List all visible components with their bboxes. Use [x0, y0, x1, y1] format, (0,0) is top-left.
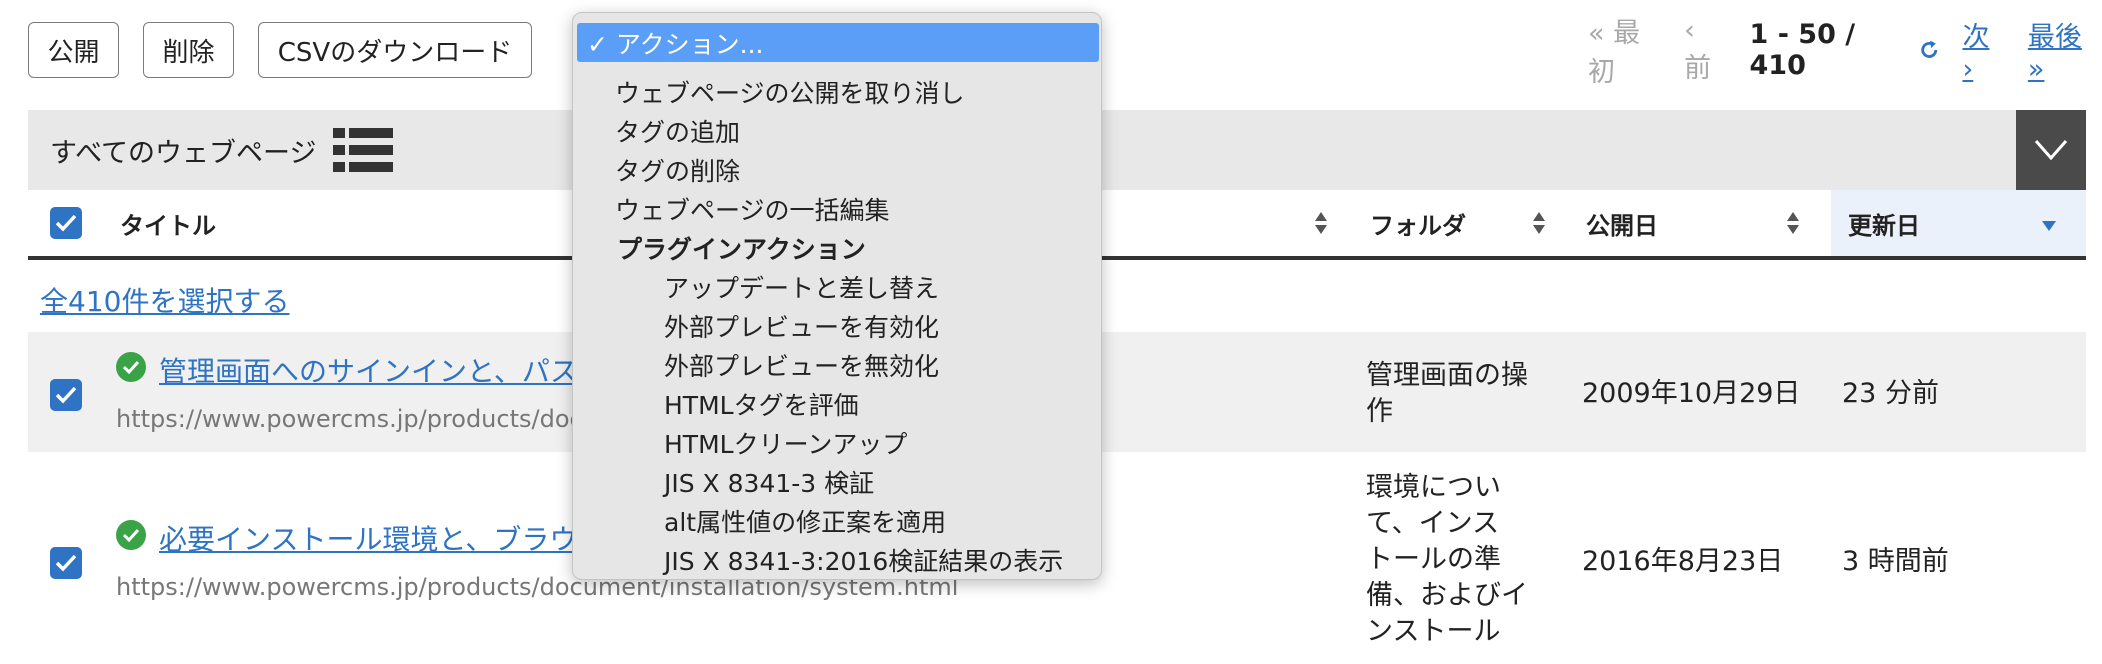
- check-icon: [122, 360, 140, 374]
- row-checkbox[interactable]: [50, 547, 82, 579]
- check-icon: [122, 528, 140, 542]
- select-all-checkbox[interactable]: [50, 207, 82, 239]
- published-date: 2016年8月23日: [1582, 546, 1784, 577]
- action-option-update-replace[interactable]: アップデートと差し替え: [573, 267, 1101, 306]
- pagination: « 最初 ‹ 前 1 - 50 / 410 次 › 最後 »: [1588, 15, 2102, 88]
- sort-desc-icon[interactable]: [2041, 220, 2057, 232]
- pager-prev: ‹ 前: [1684, 15, 1712, 84]
- action-option-add-tags[interactable]: タグの追加: [573, 111, 1101, 150]
- page-title-link[interactable]: 必要インストール環境と、ブラウ: [159, 518, 577, 558]
- action-option-unpublish[interactable]: ウェブページの公開を取り消し: [573, 72, 1101, 111]
- action-group-plugin: プラグインアクション: [617, 234, 866, 264]
- action-option-evaluate-html[interactable]: HTMLタグを評価: [573, 384, 1101, 423]
- refresh-icon[interactable]: [1918, 38, 1940, 62]
- sort-icon[interactable]: [1314, 210, 1328, 236]
- publish-button[interactable]: 公開: [28, 22, 119, 78]
- published-date: 2009年10月29日: [1582, 378, 1801, 409]
- sort-icon[interactable]: [1786, 210, 1800, 236]
- action-option-jis-results[interactable]: JIS X 8341-3:2016検証結果の表示: [573, 540, 1101, 579]
- csv-download-button[interactable]: CSVのダウンロード: [258, 22, 532, 78]
- check-icon: [55, 386, 77, 404]
- action-option-disable-preview[interactable]: 外部プレビューを無効化: [573, 345, 1101, 384]
- column-title[interactable]: タイトル: [120, 190, 216, 256]
- pager-last[interactable]: 最後 »: [2028, 15, 2102, 85]
- updated-date: 23 分前: [1842, 378, 1939, 409]
- action-option-alt-fix[interactable]: alt属性値の修正案を適用: [573, 501, 1101, 540]
- published-status-icon: [116, 520, 146, 550]
- list-filter-label: すべてのウェブページ: [50, 137, 317, 169]
- collapse-button[interactable]: [2016, 110, 2086, 190]
- action-option-default[interactable]: ✓ アクション...: [577, 23, 1099, 62]
- row-checkbox[interactable]: [50, 379, 82, 411]
- pager-next[interactable]: 次 ›: [1962, 15, 2005, 85]
- pager-count: 1 - 50 / 410: [1749, 19, 1856, 81]
- select-all-link[interactable]: 全410件を選択する: [40, 280, 289, 320]
- action-option-remove-tags[interactable]: タグの削除: [573, 150, 1101, 189]
- published-status-icon: [116, 352, 146, 382]
- sort-icon[interactable]: [1532, 210, 1546, 236]
- column-folder[interactable]: フォルダ: [1370, 190, 1466, 256]
- chevron-down-icon: [2034, 140, 2068, 161]
- folder-cell[interactable]: 管理画面の操 作: [1366, 358, 1528, 430]
- page-title-link[interactable]: 管理画面へのサインインと、パス: [159, 350, 578, 390]
- action-option-html-cleanup[interactable]: HTMLクリーンアップ: [573, 423, 1101, 462]
- updated-date: 3 時間前: [1842, 546, 1949, 577]
- column-updated[interactable]: 更新日: [1848, 190, 1920, 256]
- action-option-batch-edit[interactable]: ウェブページの一括編集: [573, 189, 1101, 228]
- folder-cell[interactable]: 環境につい て、インス トールの準 備、およびイ ンストール: [1366, 470, 1528, 650]
- check-icon: [55, 214, 77, 232]
- action-option-enable-preview[interactable]: 外部プレビューを有効化: [573, 306, 1101, 345]
- pager-first: « 最初: [1588, 18, 1641, 88]
- page-url: https://www.powercms.jp/products/docu: [116, 405, 598, 433]
- column-published[interactable]: 公開日: [1586, 190, 1658, 256]
- check-icon: [55, 554, 77, 572]
- delete-button[interactable]: 削除: [143, 22, 234, 78]
- action-option-jis-verify[interactable]: JIS X 8341-3 検証: [573, 462, 1101, 501]
- action-dropdown-menu[interactable]: ✓ アクション... ウェブページの公開を取り消し タグの追加 タグの削除 ウェ…: [572, 12, 1102, 580]
- list-icon[interactable]: [332, 128, 393, 172]
